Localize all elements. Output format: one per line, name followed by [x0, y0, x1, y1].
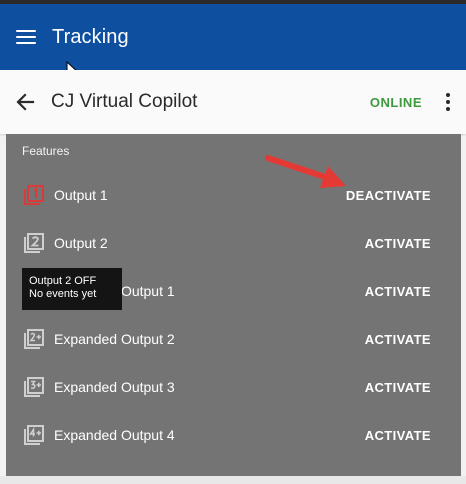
activate-expanded-output-3-button[interactable]: ACTIVATE: [365, 380, 431, 395]
feature-label: Expanded Output 4: [54, 427, 175, 443]
feature-row-output-2: Output 2 ACTIVATE: [6, 219, 461, 267]
feature-row-expanded-output-4: Expanded Output 4 ACTIVATE: [6, 411, 461, 459]
expanded-output-2-icon: [24, 329, 44, 349]
back-arrow-icon[interactable]: [13, 90, 37, 114]
annotation-arrow-icon: [265, 155, 346, 188]
feature-label: Output 1: [54, 187, 108, 203]
expanded-output-3-icon: [24, 377, 44, 397]
deactivate-output-1-button[interactable]: DEACTIVATE: [346, 188, 431, 203]
device-header: CJ Virtual Copilot ONLINE: [0, 70, 466, 134]
activate-expanded-output-2-button[interactable]: ACTIVATE: [365, 332, 431, 347]
feature-label: Expanded Output 3: [54, 379, 175, 395]
feature-row-output-1: Output 1 DEACTIVATE: [6, 171, 461, 219]
tooltip-status-line: Output 2 OFF: [29, 275, 97, 287]
online-status-badge: ONLINE: [369, 94, 422, 110]
more-options-icon[interactable]: [440, 90, 456, 114]
hamburger-menu-icon[interactable]: [16, 30, 36, 44]
tooltip-events-line: No events yet: [29, 288, 97, 300]
activate-expanded-output-1-button[interactable]: ACTIVATE: [365, 284, 431, 299]
output-1-icon: [24, 185, 44, 205]
expanded-output-4-icon: [24, 425, 44, 445]
device-title: CJ Virtual Copilot: [51, 91, 198, 112]
feature-row-expanded-output-3: Expanded Output 3 ACTIVATE: [6, 363, 461, 411]
app-title: Tracking: [52, 25, 129, 48]
panel-bottom-edge: [0, 476, 466, 484]
feature-label: Expanded Output 2: [54, 331, 175, 347]
feature-row-expanded-output-2: Expanded Output 2 ACTIVATE: [6, 315, 461, 363]
activate-output-2-button[interactable]: ACTIVATE: [365, 236, 431, 251]
activate-expanded-output-4-button[interactable]: ACTIVATE: [365, 428, 431, 443]
output-2-tooltip: Output 2 OFF No events yet: [22, 268, 122, 310]
features-section-label: Features: [22, 144, 70, 158]
feature-label: Output 2: [54, 235, 108, 251]
output-2-icon: [24, 233, 44, 253]
